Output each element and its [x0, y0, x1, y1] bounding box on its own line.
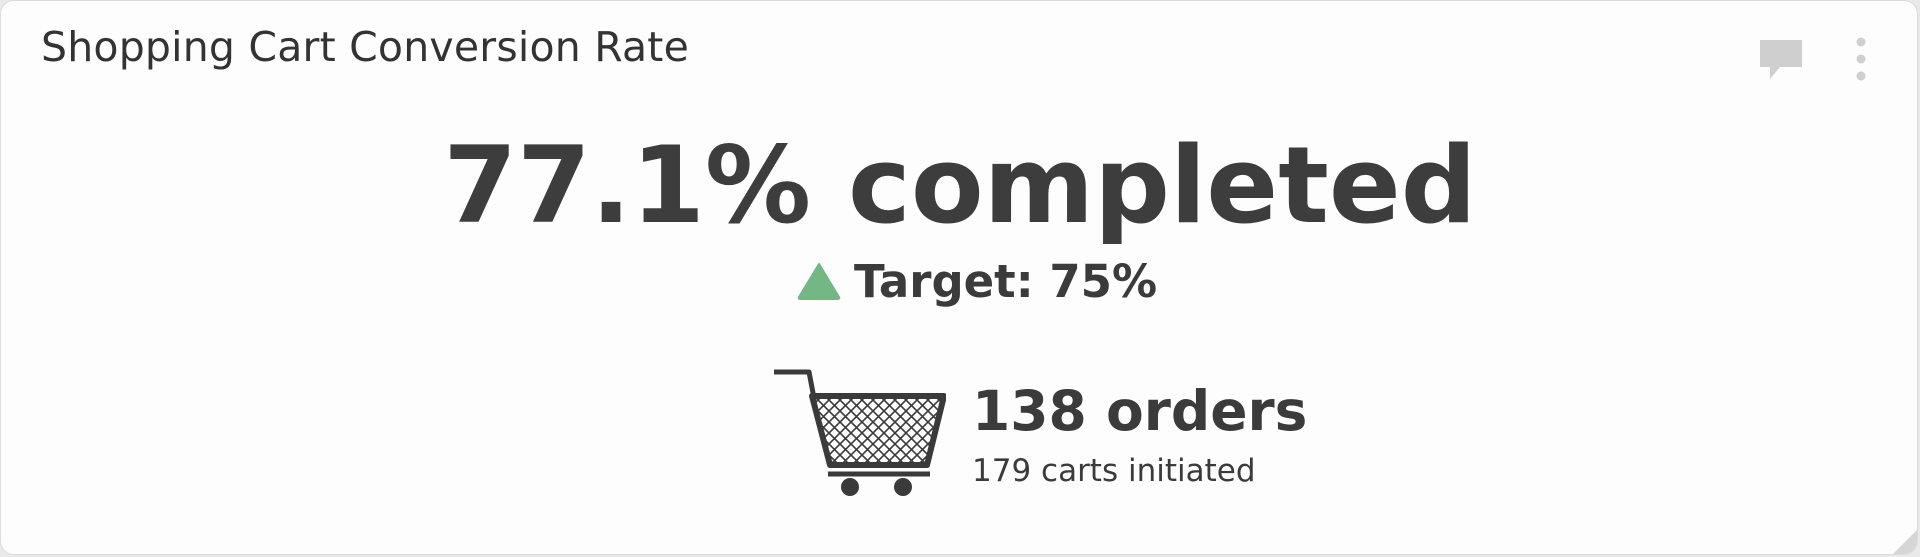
- orders-count: 138 orders: [972, 379, 1308, 443]
- carts-initiated: 179 carts initiated: [972, 453, 1256, 489]
- target-label: Target: 75%: [854, 254, 1158, 308]
- triangle-up-icon: [797, 263, 841, 300]
- more-vertical-icon[interactable]: [1847, 37, 1875, 85]
- kpi-widget: Shopping Cart Conversion Rate 77.1% comp…: [0, 0, 1918, 555]
- resize-handle-icon[interactable]: [1887, 524, 1917, 554]
- shopping-cart-icon: [774, 369, 946, 496]
- comment-icon[interactable]: [1758, 37, 1804, 83]
- widget-title: Shopping Cart Conversion Rate: [41, 23, 690, 71]
- target-indicator: Target: 75%: [796, 253, 1157, 309]
- main-kpi-value: 77.1% completed: [443, 124, 1477, 247]
